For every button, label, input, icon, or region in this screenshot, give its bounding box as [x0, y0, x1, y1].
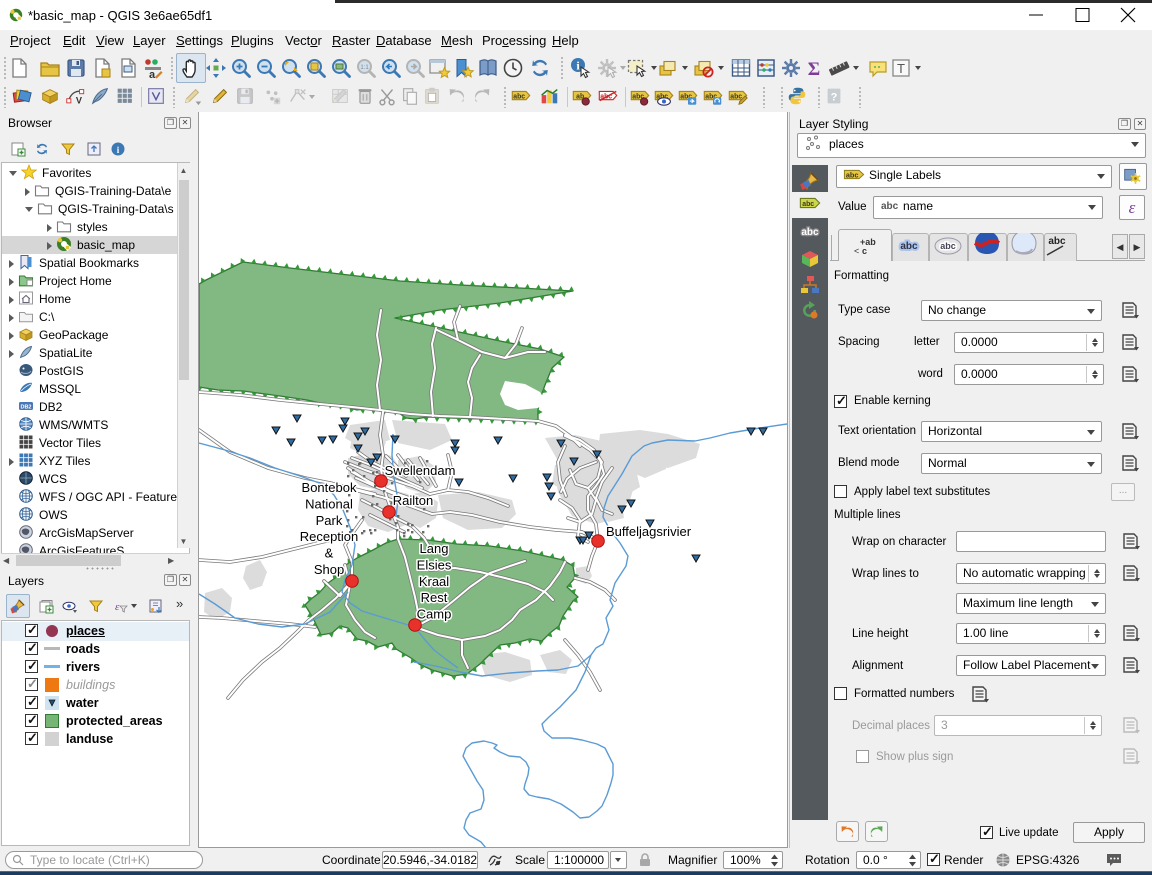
svg-text:V: V	[76, 95, 83, 105]
svg-text:a: a	[149, 69, 156, 80]
svg-text:Shop: Shop	[314, 562, 344, 577]
svg-text:Bontebok: Bontebok	[302, 480, 357, 495]
svg-text:National: National	[305, 496, 353, 511]
svg-text:abc: abc	[801, 227, 819, 238]
svg-text:abc: abc	[802, 201, 814, 208]
svg-text:?: ?	[831, 92, 838, 104]
svg-text:abc: abc	[846, 171, 859, 180]
svg-text:DB2: DB2	[20, 405, 31, 411]
svg-text:Elsies: Elsies	[417, 557, 452, 572]
svg-text:Rest: Rest	[421, 590, 448, 605]
svg-text:abc: abc	[1048, 236, 1066, 247]
svg-text:ε: ε	[115, 601, 120, 613]
svg-text:Railton: Railton	[393, 493, 433, 508]
svg-text:abc: abc	[881, 201, 899, 211]
svg-text:1:1: 1:1	[360, 65, 369, 71]
svg-text:Park: Park	[316, 513, 343, 528]
svg-text:Lang: Lang	[420, 541, 449, 556]
svg-text:Swellendam: Swellendam	[385, 463, 456, 478]
svg-text:&: &	[325, 546, 334, 561]
svg-text:abc: abc	[900, 241, 918, 252]
svg-text:c: c	[862, 246, 867, 256]
svg-text:<: <	[854, 246, 859, 256]
svg-text:Buffeljagsrivier: Buffeljagsrivier	[606, 524, 692, 539]
svg-text:T: T	[897, 61, 905, 76]
svg-text:abc: abc	[940, 241, 956, 251]
svg-text:abc: abc	[513, 94, 525, 101]
svg-text:Kraal: Kraal	[419, 574, 449, 589]
svg-text:Reception: Reception	[300, 529, 359, 544]
svg-text:Camp: Camp	[417, 607, 452, 622]
svg-text:abc: abc	[730, 94, 742, 101]
svg-text:Σ: Σ	[808, 59, 820, 80]
